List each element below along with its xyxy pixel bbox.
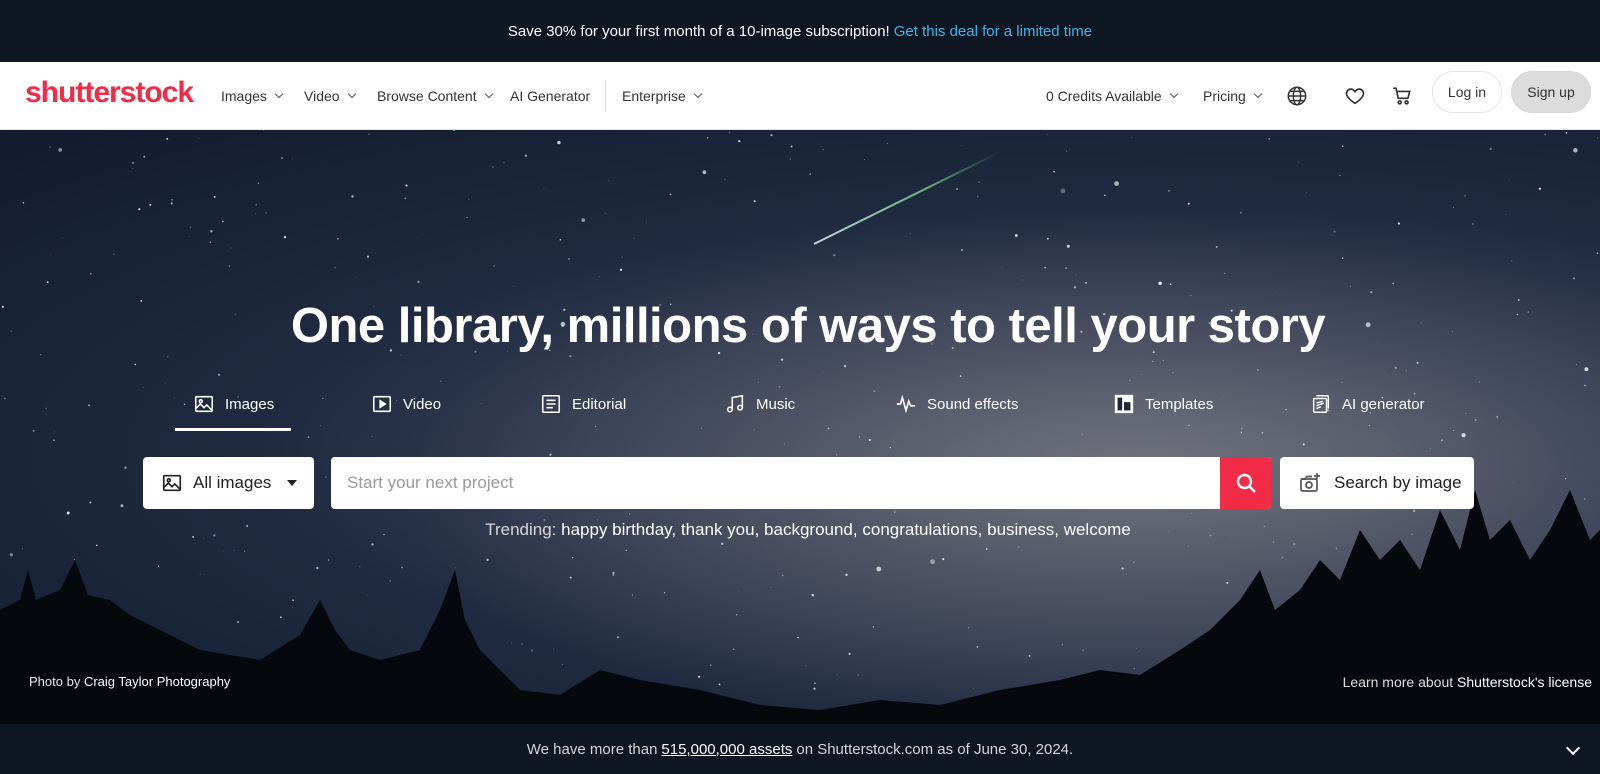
chevron-down-icon bbox=[1169, 89, 1178, 99]
waveform-icon bbox=[896, 394, 916, 414]
camera-plus-icon bbox=[1300, 473, 1320, 492]
trending-term[interactable]: welcome bbox=[1064, 520, 1131, 539]
chevron-down-icon bbox=[1253, 89, 1263, 99]
tab-images[interactable]: Images bbox=[193, 388, 274, 420]
tab-images-label: Images bbox=[225, 395, 275, 413]
tab-sound-effects[interactable]: Sound effects bbox=[895, 388, 1018, 420]
asset-type-select[interactable]: All images bbox=[143, 457, 314, 509]
credits-dropdown[interactable]: 0 Credits Available bbox=[1046, 62, 1178, 130]
nav-images-label: Images bbox=[221, 88, 267, 104]
tab-music-label: Music bbox=[756, 395, 796, 413]
search-bar bbox=[331, 457, 1271, 509]
nav-images[interactable]: Images bbox=[221, 62, 284, 130]
tab-templates[interactable]: Templates bbox=[1113, 388, 1213, 420]
hero-section: One library, millions of ways to tell yo… bbox=[0, 130, 1600, 724]
tab-templates-label: Templates bbox=[1145, 395, 1214, 413]
tab-video-label: Video bbox=[403, 395, 442, 413]
chevron-down-icon bbox=[484, 89, 493, 99]
search-icon bbox=[1236, 473, 1256, 493]
license-link[interactable]: Shutterstock's license bbox=[1457, 674, 1592, 690]
promo-text: Save 30% for your first month of a 10-im… bbox=[507, 22, 890, 40]
assets-suffix: on Shutterstock.com as of June 30, 2024. bbox=[796, 740, 1074, 758]
tab-editorial-label: Editorial bbox=[572, 395, 627, 413]
search-input[interactable] bbox=[331, 457, 1220, 509]
chevron-down-icon bbox=[274, 89, 284, 99]
chevron-down-icon[interactable] bbox=[1565, 740, 1581, 756]
nav-ai-generator[interactable]: AI Generator bbox=[510, 62, 590, 130]
image-icon bbox=[194, 395, 214, 413]
photo-credit-author-link[interactable]: Craig Taylor Photography bbox=[84, 674, 230, 689]
night-sky-background bbox=[0, 130, 1600, 724]
templates-icon bbox=[1114, 394, 1134, 414]
photo-credit-prefix: Photo bbox=[29, 674, 63, 689]
nav-browse-label: Browse Content bbox=[377, 88, 477, 104]
heart-icon[interactable] bbox=[1341, 82, 1369, 110]
tab-editorial[interactable]: Editorial bbox=[540, 388, 626, 420]
promo-banner: Save 30% for your first month of a 10-im… bbox=[0, 0, 1600, 62]
credits-label: 0 Credits Available bbox=[1046, 88, 1162, 104]
nav-video[interactable]: Video bbox=[304, 62, 356, 130]
nav-enterprise-label: Enterprise bbox=[622, 88, 686, 104]
image-icon bbox=[162, 474, 182, 492]
shutterstock-logo[interactable]: shutterstock bbox=[25, 76, 194, 110]
nav-video-label: Video bbox=[304, 88, 340, 104]
nav-ai-label: AI Generator bbox=[510, 88, 591, 104]
chevron-down-icon bbox=[347, 89, 356, 99]
tab-ai-label: AI generator bbox=[1342, 395, 1425, 413]
trending-term[interactable]: thank you, bbox=[681, 520, 759, 539]
pricing-dropdown[interactable]: Pricing bbox=[1203, 62, 1263, 130]
trending-searches: Trending: happy birthday, thank you, bac… bbox=[0, 520, 1600, 540]
cart-icon[interactable] bbox=[1388, 82, 1416, 110]
license-info: Learn more about Shutterstock's license bbox=[1343, 674, 1592, 690]
promo-deal-link[interactable]: Get this deal for a limited time bbox=[894, 23, 1092, 40]
caret-down-icon bbox=[287, 480, 298, 486]
tab-video[interactable]: Video bbox=[371, 388, 441, 420]
asset-type-value: All images bbox=[193, 473, 272, 492]
trending-term[interactable]: happy birthday, bbox=[561, 520, 676, 539]
search-by-image-button[interactable]: Search by image bbox=[1280, 457, 1474, 509]
site-header: shutterstock Images Video Browse Content… bbox=[0, 62, 1600, 130]
login-button[interactable]: Log in bbox=[1432, 71, 1502, 113]
photo-credit: Photo by Craig Taylor Photography bbox=[29, 674, 230, 689]
search-button[interactable] bbox=[1220, 457, 1271, 509]
tab-ai-generator[interactable]: AI generator bbox=[1310, 388, 1425, 420]
trending-label: Trending: bbox=[485, 520, 557, 539]
trending-term[interactable]: congratulations, bbox=[862, 520, 982, 539]
pricing-label: Pricing bbox=[1203, 88, 1246, 104]
nav-divider bbox=[605, 80, 606, 112]
assets-prefix: We have more than bbox=[526, 740, 658, 758]
hero-headline: One library, millions of ways to tell yo… bbox=[290, 299, 1326, 353]
ai-generator-icon bbox=[1312, 395, 1330, 413]
music-note-icon bbox=[726, 394, 744, 413]
nav-browse-content[interactable]: Browse Content bbox=[377, 62, 493, 130]
license-prefix: Learn more about bbox=[1342, 674, 1454, 690]
photo-credit-by: by bbox=[66, 674, 81, 689]
video-icon bbox=[372, 395, 392, 413]
globe-icon[interactable] bbox=[1283, 82, 1311, 110]
active-tab-indicator bbox=[175, 428, 291, 431]
search-by-image-label: Search by image bbox=[1334, 473, 1462, 492]
trending-term[interactable]: background, bbox=[764, 520, 858, 539]
assets-count-link[interactable]: 515,000,000 assets bbox=[661, 741, 792, 758]
trending-term[interactable]: business, bbox=[987, 520, 1059, 539]
tab-sound-label: Sound effects bbox=[927, 395, 1019, 413]
nav-enterprise[interactable]: Enterprise bbox=[622, 62, 703, 130]
editorial-icon bbox=[541, 394, 561, 414]
tab-music[interactable]: Music bbox=[724, 388, 795, 420]
chevron-down-icon bbox=[693, 89, 703, 99]
signup-button[interactable]: Sign up bbox=[1511, 71, 1591, 113]
assets-stats-bar: We have more than 515,000,000 assets on … bbox=[0, 724, 1600, 774]
